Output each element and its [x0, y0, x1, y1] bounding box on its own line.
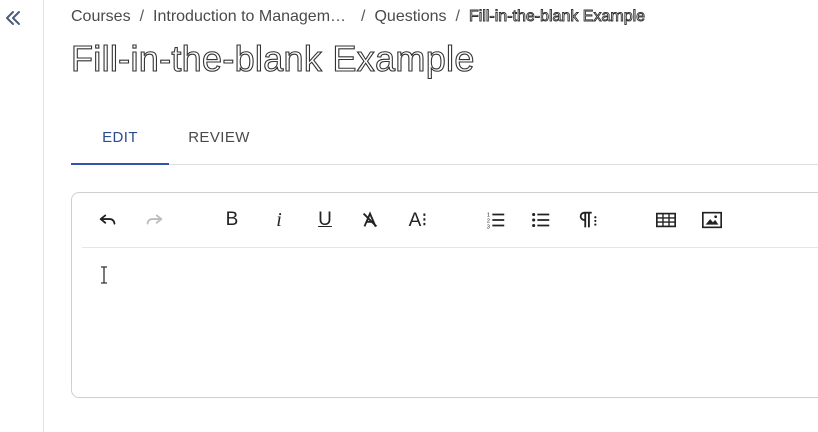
italic-button[interactable]: i — [265, 206, 293, 234]
bold-button[interactable]: B — [218, 206, 246, 234]
rich-text-editor: B i U A⁝ 123 — [71, 192, 818, 398]
breadcrumb-course[interactable]: Introduction to Managem… — [153, 8, 346, 26]
tab-bar: EDIT REVIEW — [71, 118, 818, 165]
breadcrumb-separator: / — [139, 8, 145, 25]
image-icon[interactable] — [698, 206, 726, 234]
breadcrumb: Courses / Introduction to Managem… / Questio… — [71, 8, 645, 26]
font-size-button[interactable]: A⁝ — [404, 206, 432, 234]
clear-format-icon[interactable] — [356, 206, 384, 234]
redo-icon[interactable] — [140, 206, 168, 234]
breadcrumb-current: Fill-in-the-blank Example — [468, 8, 646, 26]
breadcrumb-separator: / — [361, 8, 366, 25]
text-cursor-icon — [101, 266, 107, 284]
editor-toolbar: B i U A⁝ 123 — [82, 193, 818, 248]
bulleted-list-icon[interactable] — [527, 206, 555, 234]
left-rail — [0, 0, 44, 432]
svg-text:3: 3 — [487, 224, 490, 230]
underline-button[interactable]: U — [311, 206, 339, 234]
page-title: Fill-in-the-blank Example — [70, 37, 475, 79]
breadcrumb-questions[interactable]: Questions — [374, 8, 446, 26]
editor-content-area[interactable] — [90, 263, 818, 387]
collapse-sidebar-icon[interactable] — [3, 8, 23, 28]
tab-review[interactable]: REVIEW — [181, 118, 257, 164]
breadcrumb-separator: / — [455, 8, 460, 25]
table-icon[interactable] — [652, 206, 680, 234]
undo-icon[interactable] — [94, 206, 122, 234]
numbered-list-icon[interactable]: 123 — [482, 206, 510, 234]
paragraph-format-icon[interactable] — [574, 206, 602, 234]
breadcrumb-courses[interactable]: Courses — [71, 8, 131, 26]
tab-edit[interactable]: EDIT — [71, 118, 169, 165]
